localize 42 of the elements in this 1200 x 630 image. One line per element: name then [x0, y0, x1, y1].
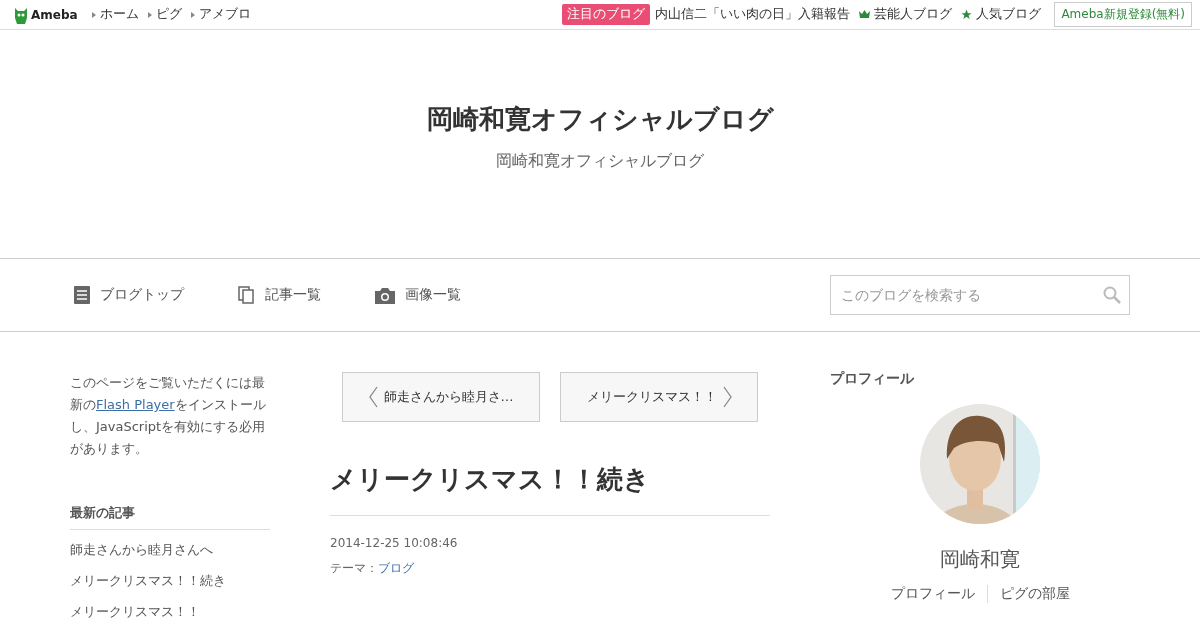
theme-link[interactable]: ブログ: [378, 560, 414, 577]
profile-name: 岡崎和寛: [940, 546, 1020, 573]
camera-icon: [375, 286, 395, 304]
chevron-right-icon: [722, 386, 732, 408]
caret-icon: [91, 11, 96, 18]
nav-link[interactable]: ブログトップ: [74, 286, 184, 304]
logo-text[interactable]: Ameba: [31, 7, 78, 22]
recent-articles-heading: 最新の記事: [70, 504, 270, 530]
profile-link[interactable]: プロフィール: [878, 585, 987, 603]
blog-title[interactable]: 岡崎和寛オフィシャルブログ: [426, 102, 774, 137]
next-article-button[interactable]: メリークリスマス！！: [560, 372, 758, 422]
caret-icon: [147, 11, 152, 18]
blog-subtitle: 岡崎和寛オフィシャルブログ: [496, 151, 704, 172]
recent-article-link[interactable]: メリークリスマス！！: [70, 601, 270, 623]
chevron-left-icon: [368, 386, 378, 408]
ranking-link[interactable]: 人気ブログ: [961, 6, 1042, 23]
featured-badge: 注目のブログ: [562, 4, 651, 25]
search-field[interactable]: このブログを検索する: [830, 275, 1130, 315]
profile-heading: プロフィール: [830, 370, 915, 388]
theme-label: テーマ：: [330, 560, 378, 577]
recent-article-link[interactable]: 師走さんから睦月さんへ: [70, 539, 270, 561]
signup-button[interactable]: Ameba新規登録(無料): [1054, 2, 1192, 27]
star-icon: [961, 9, 973, 20]
recent-article-link[interactable]: メリークリスマス！！続き: [70, 570, 270, 592]
featured-link[interactable]: 内山信二「いい肉の日」入籍報告: [655, 6, 851, 23]
nav-link[interactable]: 記事一覧: [238, 286, 321, 304]
copy-icon: [238, 286, 255, 304]
document-icon: [74, 286, 90, 304]
top-nav-link[interactable]: アメブロ: [190, 6, 251, 23]
crown-icon: [859, 10, 871, 19]
caret-icon: [190, 11, 195, 18]
nav-link[interactable]: 画像一覧: [375, 286, 461, 304]
flash-player-link[interactable]: Flash Player: [96, 397, 175, 412]
profile-link[interactable]: ピグの部屋: [986, 585, 1082, 603]
monster-logo-icon: [14, 5, 28, 24]
top-nav-link[interactable]: ホーム: [91, 6, 139, 23]
previous-article-button[interactable]: 師走さんから睦月さ…: [342, 372, 540, 422]
flash-notice: このページをご覧いただくには最新のFlash Playerをインストールし、JavaScriptを有効にする必用があります。: [70, 374, 267, 458]
ranking-link[interactable]: 芸能人ブログ: [859, 6, 953, 23]
top-nav-link[interactable]: ピグ: [147, 6, 182, 23]
article-title: メリークリスマス！！続き: [330, 462, 770, 516]
article-date: 2014-12-25 10:08:46: [330, 536, 459, 550]
